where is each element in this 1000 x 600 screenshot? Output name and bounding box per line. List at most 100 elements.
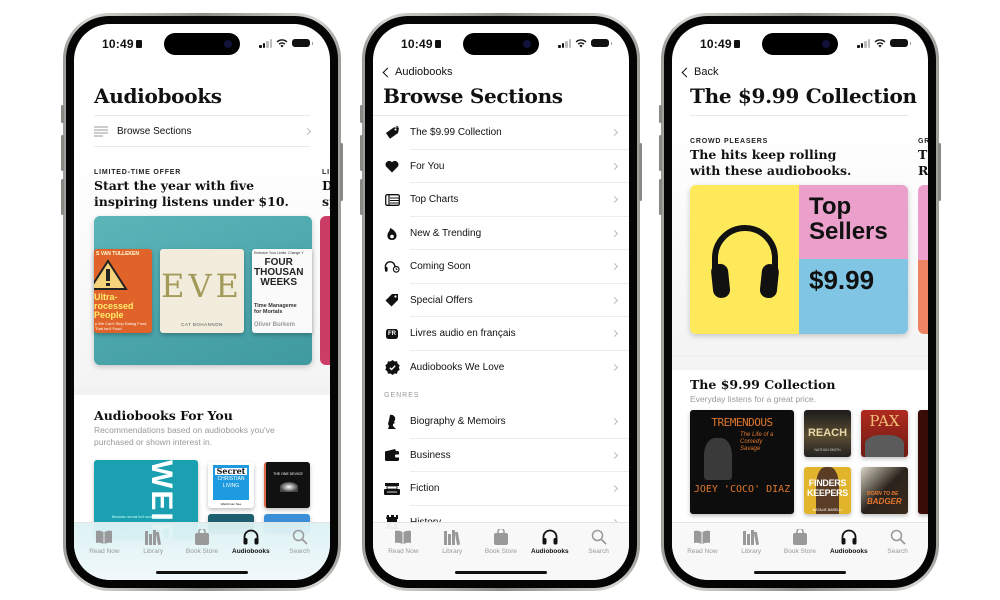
headphones-icon: [243, 529, 259, 545]
chevron-right-icon: [303, 127, 312, 135]
books-icon: [444, 530, 461, 545]
shopping-bag-icon: [194, 529, 209, 545]
dynamic-island: [762, 33, 838, 55]
cellular-signal-icon: [558, 38, 571, 48]
chart-list-icon: [384, 192, 400, 208]
magnifier-icon: [591, 529, 607, 545]
battery-icon: [890, 39, 911, 47]
phone-9-99-collection: 10:49 Back The $9.99 Collection CROWD PL…: [659, 13, 941, 591]
book-open-icon: [694, 530, 711, 544]
next-feature-headline: Dsp: [322, 178, 330, 209]
next-feature-card[interactable]: [320, 216, 330, 365]
tab-read-now[interactable]: Read Now: [678, 529, 726, 580]
tab-read-now[interactable]: Read Now: [379, 529, 427, 580]
card-title: Top Sellers: [799, 185, 908, 259]
book-status-icon: [135, 40, 142, 48]
books-icon: [145, 530, 162, 545]
next-feature-card[interactable]: [918, 185, 928, 334]
headphones-icon: [841, 529, 857, 545]
feature-card[interactable]: S VAN TULLEKEN Ultra-rocessed People y We…: [94, 216, 312, 365]
next-feature-eyebrow: GR: [918, 138, 928, 145]
cover-the-one-device[interactable]: THE ONE DEVICE: [264, 462, 310, 508]
genre-row-biography[interactable]: Biography & Memoirs: [373, 405, 629, 439]
section-row-we-love[interactable]: Audiobooks We Love: [373, 351, 629, 385]
for-you-title: Audiobooks For You: [94, 408, 233, 423]
section-row-for-you[interactable]: For You: [373, 150, 629, 183]
cover-secret-christian-living[interactable]: Secret CHRISTIAN LIVING Watchman Nee: [208, 462, 254, 508]
section-row-french[interactable]: FR Livres audio en français: [373, 317, 629, 351]
headphones-icon: [710, 224, 779, 298]
feature-eyebrow: LIMITED-TIME OFFER: [94, 169, 182, 176]
cover-partial[interactable]: [918, 410, 928, 514]
status-bar: 10:49: [373, 24, 629, 62]
genre-row-business[interactable]: Business: [373, 439, 629, 472]
feature-headline: The hits keep rolling with these audioboo…: [690, 147, 852, 178]
screen-audiobooks: 10:49 Audiobooks Browse Sections LIMITED…: [74, 24, 330, 580]
card-price: $9.99: [799, 259, 908, 334]
magnifier-icon: [890, 529, 906, 545]
status-time: 10:49: [700, 37, 740, 51]
headphones-clock-icon: [384, 259, 400, 275]
section-row-9-99-collection[interactable]: The $9.99 Collection: [373, 116, 629, 150]
headphones-icon: [542, 529, 558, 545]
home-indicator[interactable]: [455, 570, 547, 574]
genres-header: GENRES: [384, 392, 420, 399]
browse-sections-row[interactable]: Browse Sections: [94, 116, 312, 146]
book-status-icon: [733, 40, 740, 48]
status-bar: 10:49: [74, 24, 330, 62]
wifi-icon: [874, 39, 886, 48]
cover-pax[interactable]: PAX: [861, 410, 908, 457]
phone-browse-sections: 10:49 Audiobooks Browse Sections The $9.…: [360, 13, 642, 591]
cover-tremendous[interactable]: TREMENDOUS The Life of a Comedy Savage J…: [690, 410, 794, 514]
list-icon: [94, 126, 108, 136]
shopping-bag-icon: [493, 529, 508, 545]
page-title: The $9.99 Collection: [690, 84, 917, 108]
chevron-right-icon: [610, 229, 619, 237]
heart-icon: [384, 158, 400, 174]
feature-eyebrow: CROWD PLEASERS: [690, 138, 769, 145]
battery-icon: [591, 39, 612, 47]
page-title: Audiobooks: [94, 84, 222, 108]
chevron-left-icon: [681, 67, 692, 77]
genre-row-fiction[interactable]: Fiction: [373, 472, 629, 506]
chevron-right-icon: [610, 129, 619, 137]
cover-eve[interactable]: EVE CAT BOHANNON: [160, 249, 244, 333]
wallet-icon: [384, 447, 400, 463]
wifi-icon: [575, 39, 587, 48]
shopping-bag-icon: [792, 529, 807, 545]
cover-reach[interactable]: REACH NATHAN SMITH: [804, 410, 851, 457]
chevron-right-icon: [610, 418, 619, 426]
section-row-new-trending[interactable]: New & Trending: [373, 217, 629, 250]
cover-finders-keepers[interactable]: FINDERS KEEPERS NATALIE BARELLI: [804, 467, 851, 514]
tab-search[interactable]: Search: [276, 529, 324, 580]
status-time: 10:49: [401, 37, 441, 51]
battery-icon: [292, 39, 313, 47]
book-status-icon: [434, 40, 441, 48]
for-you-subtitle: Recommendations based on audiobooks you'…: [94, 425, 275, 447]
books-icon: [743, 530, 760, 545]
cover-ultra-processed-people[interactable]: S VAN TULLEKEN Ultra-rocessed People y We…: [94, 249, 152, 333]
home-indicator[interactable]: [156, 570, 248, 574]
section-row-special-offers[interactable]: Special Offers: [373, 284, 629, 317]
status-bar: 10:49: [672, 24, 928, 62]
status-time: 10:49: [102, 37, 142, 51]
typewriter-icon: [384, 481, 400, 497]
back-button[interactable]: Audiobooks: [381, 66, 453, 78]
section-row-top-charts[interactable]: Top Charts: [373, 183, 629, 217]
collection-title: The $9.99 Collection: [690, 377, 836, 392]
tab-search[interactable]: Search: [874, 529, 922, 580]
cover-four-thousand-weeks[interactable]: Embrace Your Limits. Change Y FOUR THOUSA…: [252, 249, 312, 333]
cover-born-to-be-badger[interactable]: BORN TO BE BADGER: [861, 467, 908, 514]
home-indicator[interactable]: [754, 570, 846, 574]
tab-search[interactable]: Search: [575, 529, 623, 580]
section-row-coming-soon[interactable]: Coming Soon: [373, 250, 629, 284]
phone-audiobooks-home: 10:49 Audiobooks Browse Sections LIMITED…: [61, 13, 343, 591]
dynamic-island: [463, 33, 539, 55]
top-sellers-card[interactable]: Top Sellers $9.99: [690, 185, 908, 334]
chevron-right-icon: [610, 330, 619, 338]
screen-9-99-collection: 10:49 Back The $9.99 Collection CROWD PL…: [672, 24, 928, 580]
back-button[interactable]: Back: [680, 66, 718, 78]
warning-triangle-icon: [94, 259, 128, 290]
tab-read-now[interactable]: Read Now: [80, 529, 128, 580]
person-silhouette-icon: [384, 414, 400, 430]
